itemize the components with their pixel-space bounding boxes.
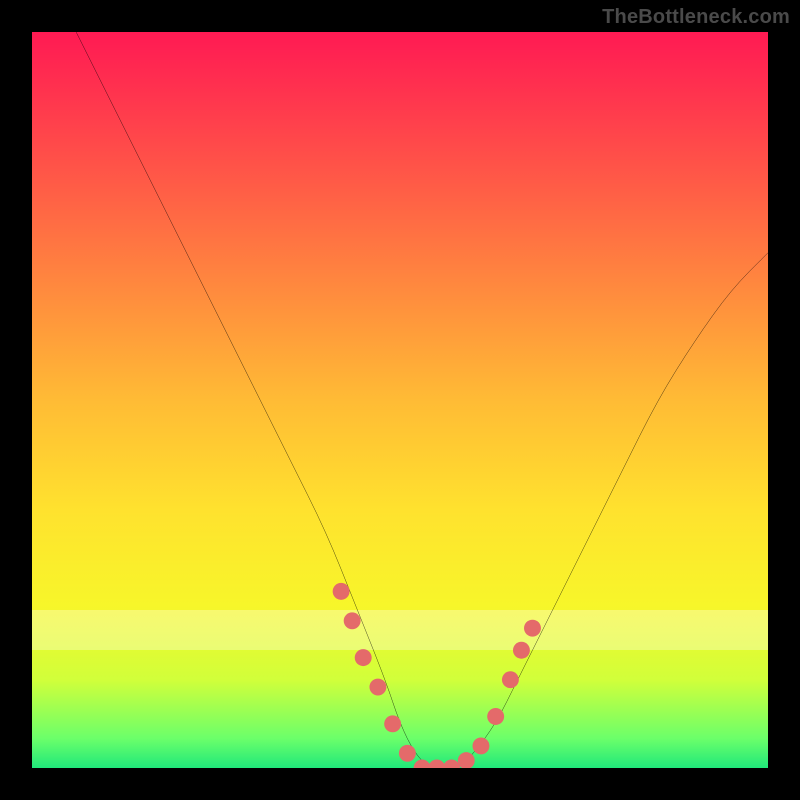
- marker-dot: [472, 737, 489, 754]
- marker-dot: [333, 583, 350, 600]
- marker-dot: [369, 679, 386, 696]
- bottleneck-curve: [76, 32, 768, 768]
- marker-dot: [384, 715, 401, 732]
- marker-dot: [513, 642, 530, 659]
- marker-dot: [428, 760, 445, 768]
- chart-frame: TheBottleneck.com: [0, 0, 800, 800]
- marker-dot: [524, 620, 541, 637]
- marker-dot: [344, 612, 361, 629]
- marker-dot: [443, 760, 460, 768]
- marker-points: [333, 583, 541, 768]
- marker-dot: [487, 708, 504, 725]
- curve-layer: [32, 32, 768, 768]
- marker-dot: [502, 671, 519, 688]
- marker-dot: [399, 745, 416, 762]
- plot-area: [32, 32, 768, 768]
- marker-dot: [458, 752, 475, 768]
- marker-dot: [414, 760, 431, 768]
- marker-dot: [355, 649, 372, 666]
- attribution-text: TheBottleneck.com: [602, 6, 790, 29]
